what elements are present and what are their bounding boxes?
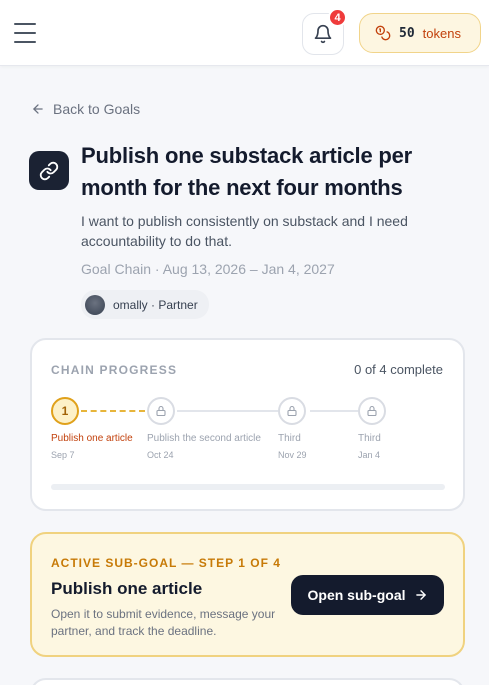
arrow-right-icon — [415, 590, 426, 600]
back-to-goals-link[interactable]: Back to Goals — [31, 100, 140, 118]
step-connector — [81, 410, 145, 412]
tokens-label: tokens — [422, 25, 461, 41]
top-bar: 4 50 tokens — [0, 0, 489, 66]
step-date-1: Sep 7 — [51, 450, 75, 460]
tokens-button[interactable]: 50 tokens — [359, 13, 481, 53]
coins-icon — [375, 25, 391, 41]
active-subgoal-title: Publish one article — [51, 579, 203, 598]
goal-description: I want to publish consistently on substa… — [81, 213, 408, 249]
hamburger-menu-icon[interactable] — [14, 23, 36, 43]
partner-chip[interactable]: omally · Partner — [81, 290, 209, 319]
step-node-1[interactable]: 1 — [51, 397, 79, 425]
notification-count-badge: 4 — [328, 8, 347, 27]
step-label-3: Third — [278, 433, 301, 444]
step-node-2[interactable] — [147, 397, 175, 425]
chain-progress-card: CHAIN PROGRESS 0 of 4 complete 1 Publish… — [30, 338, 465, 511]
back-link-label: Back to Goals — [53, 101, 141, 117]
lock-icon — [287, 405, 297, 417]
lock-icon — [156, 405, 166, 417]
step-number: 1 — [61, 404, 69, 418]
active-subgoal-card: ACTIVE SUB-GOAL — STEP 1 OF 4 Publish on… — [30, 532, 465, 657]
next-card — [30, 678, 465, 685]
step-label-1: Publish one article — [51, 433, 133, 444]
open-subgoal-button[interactable]: Open sub-goal — [291, 575, 444, 615]
goal-meta: Goal Chain · Aug 13, 2026 – Jan 4, 2027 — [81, 261, 335, 277]
open-subgoal-label: Open sub-goal — [307, 587, 406, 603]
step-date-3: Nov 29 — [278, 450, 307, 460]
chain-progress-bar — [51, 484, 445, 490]
bell-icon — [314, 24, 332, 44]
goal-title: Publish one substack article per month f… — [81, 143, 413, 200]
lock-icon — [367, 405, 377, 417]
chain-progress-title: CHAIN PROGRESS — [51, 363, 178, 377]
step-date-4: Jan 4 — [358, 450, 381, 460]
active-subgoal-description: Open it to submit evidence, message your… — [51, 607, 276, 638]
step-node-4[interactable] — [358, 397, 386, 425]
partner-label: omally · Partner — [113, 297, 198, 312]
link-chain-icon — [29, 151, 69, 190]
arrow-left-icon — [33, 104, 43, 114]
step-label-2: Publish the second article — [147, 433, 261, 444]
step-date-2: Oct 24 — [147, 450, 174, 460]
step-connector — [177, 410, 278, 412]
step-label-4: Third — [358, 433, 381, 444]
step-node-3[interactable] — [278, 397, 306, 425]
active-subgoal-eyebrow: ACTIVE SUB-GOAL — STEP 1 OF 4 — [51, 556, 281, 570]
tokens-count: 50 — [399, 25, 415, 41]
step-connector — [310, 410, 358, 412]
avatar — [85, 294, 105, 315]
chain-progress-status: 0 of 4 complete — [354, 362, 443, 377]
